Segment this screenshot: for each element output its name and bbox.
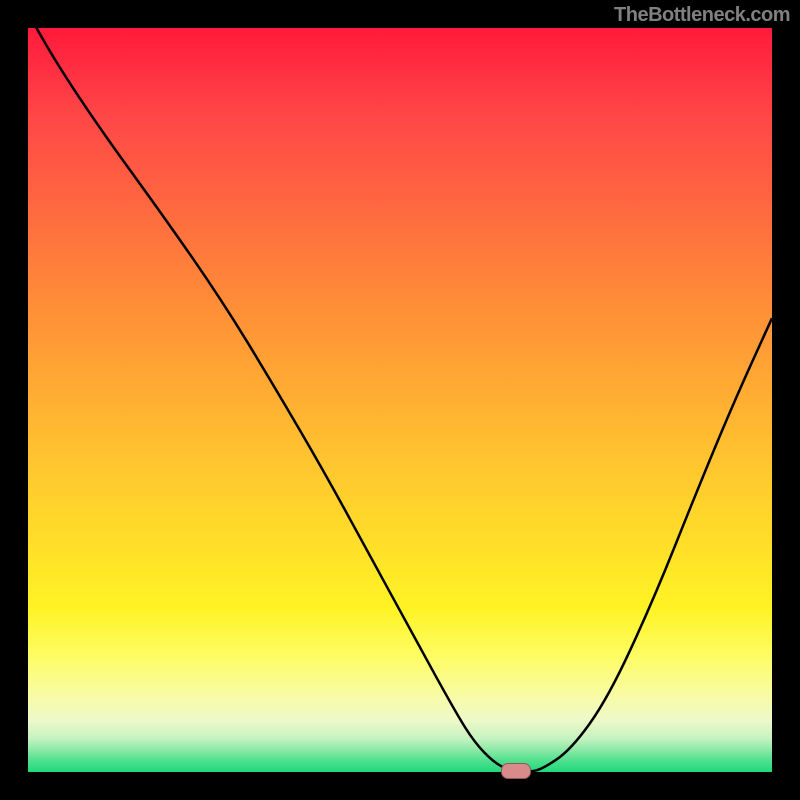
bottleneck-curve — [28, 28, 772, 772]
chart-frame: TheBottleneck.com — [0, 0, 800, 800]
optimum-marker — [501, 763, 531, 779]
watermark-text: TheBottleneck.com — [614, 4, 790, 27]
plot-area — [28, 28, 772, 772]
